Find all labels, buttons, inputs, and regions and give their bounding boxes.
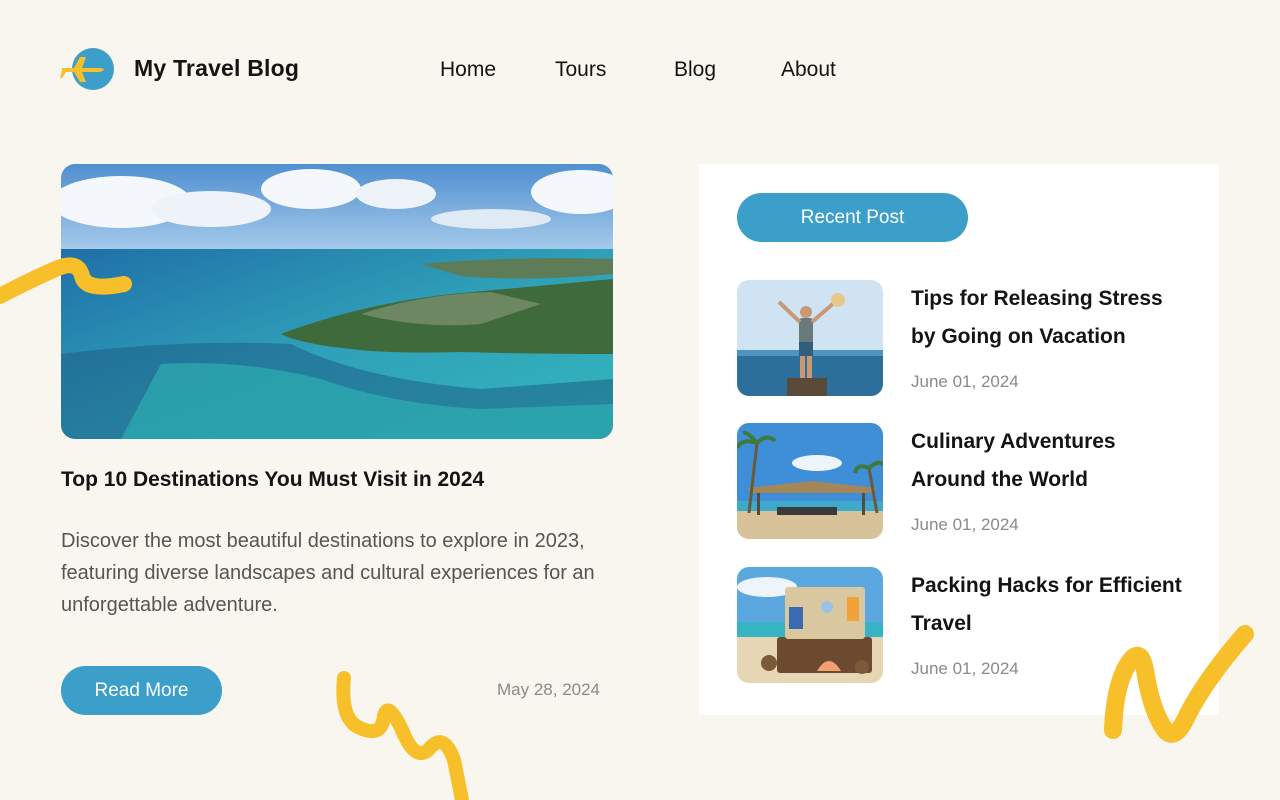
brand-title: My Travel Blog (134, 54, 300, 81)
featured-title[interactable]: Top 10 Destinations You Must Visit in 20… (61, 468, 621, 492)
nav-home[interactable]: Home (440, 58, 555, 82)
main-nav: Home Tours Blog About (440, 58, 836, 82)
nav-blog[interactable]: Blog (674, 58, 781, 82)
recent-post-badge: Recent Post (737, 193, 968, 242)
recent-post-item[interactable]: Packing Hacks for Efficient Travel June … (737, 567, 1197, 683)
featured-date: May 28, 2024 (497, 680, 601, 699)
post-date: June 01, 2024 (911, 659, 1019, 678)
post-thumbnail[interactable] (737, 567, 883, 683)
site-logo[interactable]: My Travel Blog (60, 46, 299, 90)
post-thumbnail[interactable] (737, 423, 883, 539)
nav-about[interactable]: About (781, 58, 836, 82)
nav-tours[interactable]: Tours (555, 58, 674, 82)
post-title[interactable]: Tips for Releasing Stress by Going on Va… (911, 280, 1191, 356)
recent-posts-panel: Recent Post Tips for Releasing Stress by… (699, 164, 1219, 715)
airplane-logo-icon (60, 46, 114, 90)
featured-image[interactable] (61, 164, 613, 439)
post-date: June 01, 2024 (911, 515, 1019, 534)
featured-description: Discover the most beautiful destinations… (61, 530, 595, 616)
post-thumbnail[interactable] (737, 280, 883, 396)
read-more-button[interactable]: Read More (61, 666, 222, 715)
recent-post-item[interactable]: Tips for Releasing Stress by Going on Va… (737, 280, 1197, 396)
post-title[interactable]: Packing Hacks for Efficient Travel (911, 567, 1191, 643)
post-date: June 01, 2024 (911, 372, 1019, 391)
decorative-squiggle (336, 671, 469, 800)
recent-post-item[interactable]: Culinary Adventures Around the World Jun… (737, 423, 1197, 539)
post-title[interactable]: Culinary Adventures Around the World (911, 423, 1191, 499)
